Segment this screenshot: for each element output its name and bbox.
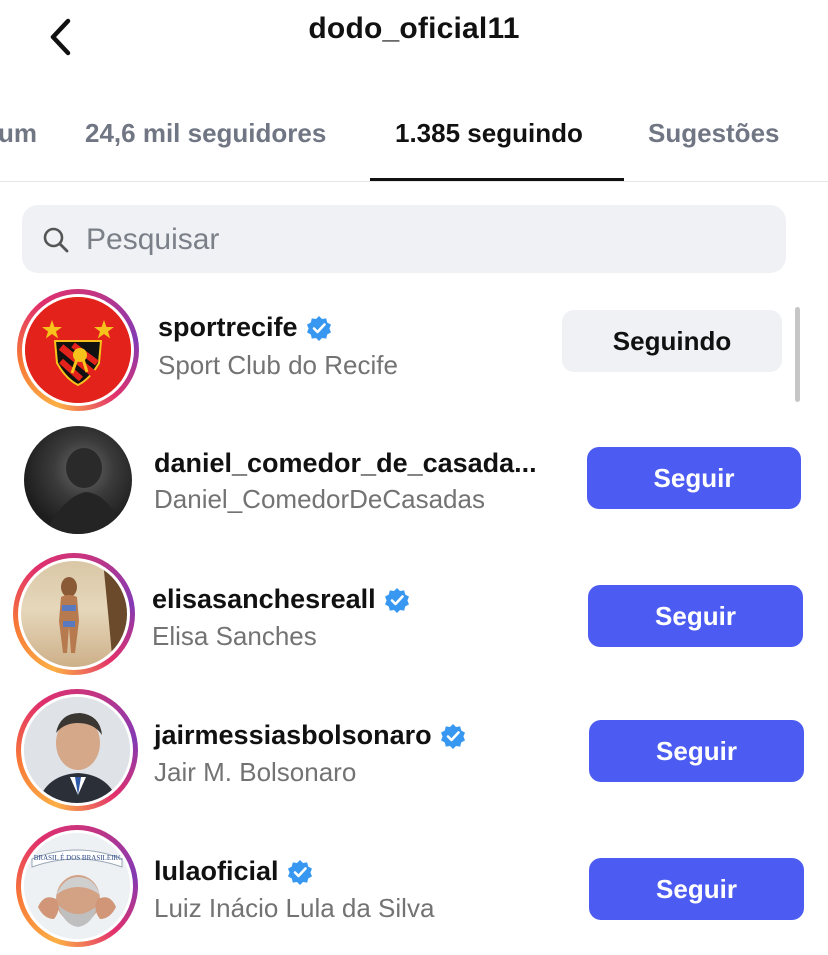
avatar: O BRASIL É DOS BRASILEIROS [24,833,130,939]
tab-sugestoes[interactable]: Sugestões [648,118,780,149]
verified-badge-icon [306,315,331,341]
username[interactable]: jairmessiasbolsonaro [154,720,466,751]
profile-photo-icon [44,448,124,534]
verified-badge-icon [440,723,465,749]
tab-bar: um 24,6 mil seguidores 1.385 seguindo Su… [0,118,828,162]
banner-text: O BRASIL É DOS BRASILEIROS [27,854,127,862]
list-item[interactable]: elisasanchesreall Elisa Sanches Seguir [0,548,828,683]
verified-badge-icon [287,859,312,885]
tab-seguindo[interactable]: 1.385 seguindo [395,118,583,149]
avatar-wrapper[interactable] [17,419,139,541]
search-input[interactable] [86,214,766,266]
profile-photo-icon [24,697,130,803]
full-name: Daniel_ComedorDeCasadas [154,484,485,514]
list-item[interactable]: O BRASIL É DOS BRASILEIROS lulaoficial L… [0,820,828,955]
story-ring[interactable]: O BRASIL É DOS BRASILEIROS [16,825,138,947]
profile-photo-icon [59,561,127,667]
full-name: Jair M. Bolsonaro [154,757,357,787]
scrollbar[interactable] [795,307,800,402]
follow-button[interactable]: Seguir [587,447,801,509]
search-icon [43,227,69,253]
tabs-divider [0,181,828,182]
following-button[interactable]: Seguindo [562,310,782,372]
list-item[interactable]: jairmessiasbolsonaro Jair M. Bolsonaro S… [0,684,828,819]
story-ring[interactable] [13,553,135,675]
username[interactable]: daniel_comedor_de_casada... [154,448,537,479]
sport-crest-icon [25,297,131,403]
follow-button[interactable]: Seguir [589,720,804,782]
story-ring[interactable] [16,689,138,811]
username[interactable]: lulaoficial [154,856,313,887]
follow-button[interactable]: Seguir [588,585,803,647]
follow-button[interactable]: Seguir [589,858,804,920]
full-name: Luiz Inácio Lula da Silva [154,893,435,923]
list-item[interactable]: sportrecife Sport Club do Recife Seguind… [0,280,828,415]
full-name: Elisa Sanches [152,621,317,651]
username[interactable]: elisasanchesreall [152,584,410,615]
avatar [25,297,131,403]
full-name: Sport Club do Recife [158,350,398,380]
page-title: dodo_oficial11 [308,12,520,45]
tab-seguidores[interactable]: 24,6 mil seguidores [85,118,326,149]
avatar [24,697,130,803]
list-item[interactable]: daniel_comedor_de_casada... Daniel_Comed… [0,410,828,545]
verified-badge-icon [384,587,409,613]
username[interactable]: sportrecife [158,312,332,343]
avatar [24,426,132,534]
story-ring[interactable] [17,289,139,411]
profile-photo-icon: O BRASIL É DOS BRASILEIROS [24,833,130,939]
avatar [21,561,127,667]
tab-partial[interactable]: um [0,118,37,149]
